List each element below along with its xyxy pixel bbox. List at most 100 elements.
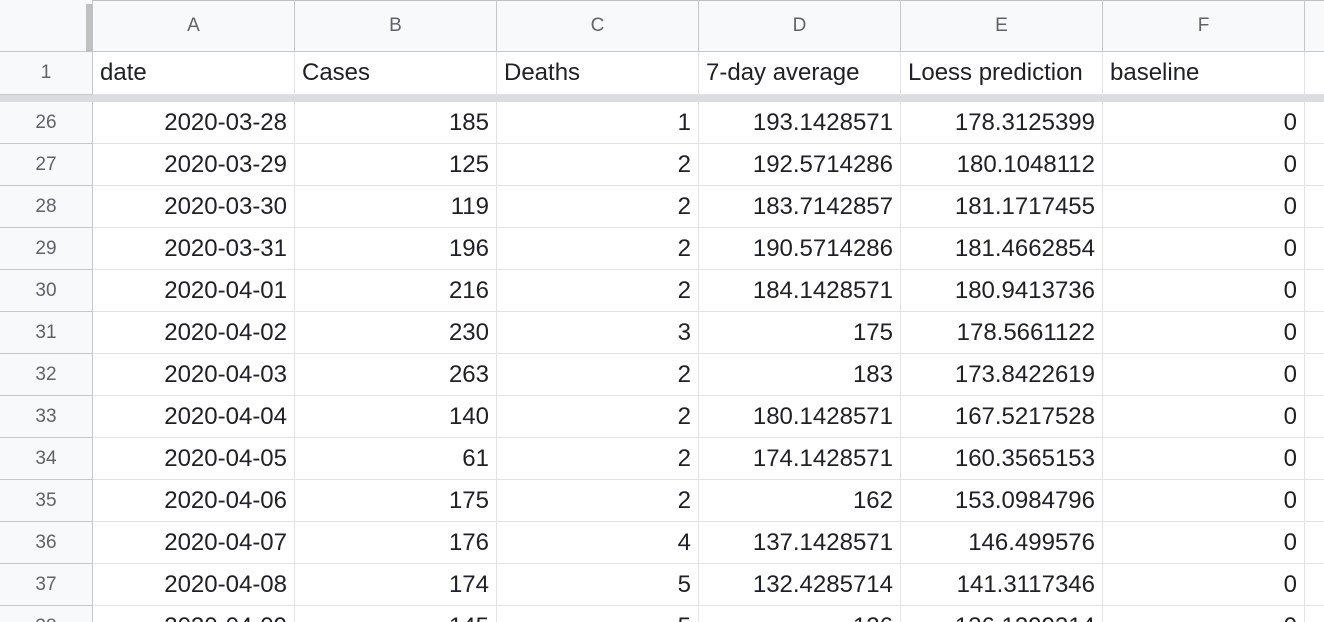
table-cell[interactable]: 160.3565153: [901, 438, 1103, 480]
table-cell[interactable]: 0: [1103, 396, 1305, 438]
table-cell[interactable]: 167.5217528: [901, 396, 1103, 438]
table-cell[interactable]: 2: [497, 228, 699, 270]
table-cell[interactable]: 136.1299314: [901, 606, 1103, 622]
table-cell[interactable]: 180.9413736: [901, 270, 1103, 312]
table-cell[interactable]: 2: [497, 354, 699, 396]
table-cell[interactable]: 183.7142857: [699, 186, 901, 228]
table-cell[interactable]: 4: [497, 522, 699, 564]
table-cell[interactable]: 2: [497, 396, 699, 438]
table-cell[interactable]: 190.5714286: [699, 228, 901, 270]
row-header[interactable]: 28: [0, 186, 93, 228]
header-cell-f[interactable]: baseline: [1103, 52, 1305, 95]
table-cell[interactable]: 216: [295, 270, 497, 312]
table-cell[interactable]: 61: [295, 438, 497, 480]
table-cell[interactable]: 0: [1103, 228, 1305, 270]
table-cell[interactable]: 125: [295, 144, 497, 186]
row-header[interactable]: 26: [0, 102, 93, 144]
table-cell[interactable]: 145: [295, 606, 497, 622]
column-header-d[interactable]: D: [699, 0, 901, 52]
table-cell[interactable]: 175: [699, 312, 901, 354]
column-header-f[interactable]: F: [1103, 0, 1305, 52]
column-header-e[interactable]: E: [901, 0, 1103, 52]
table-cell[interactable]: 0: [1103, 438, 1305, 480]
table-cell[interactable]: 146.499576: [901, 522, 1103, 564]
select-all-corner[interactable]: [0, 0, 93, 52]
table-cell[interactable]: 181.4662854: [901, 228, 1103, 270]
table-cell[interactable]: 0: [1103, 606, 1305, 622]
table-cell[interactable]: 3: [497, 312, 699, 354]
table-cell[interactable]: 0: [1103, 312, 1305, 354]
header-cell-d[interactable]: 7-day average: [699, 52, 901, 95]
row-header[interactable]: 38: [0, 606, 93, 622]
table-cell[interactable]: 196: [295, 228, 497, 270]
row-header[interactable]: 30: [0, 270, 93, 312]
row-header[interactable]: 36: [0, 522, 93, 564]
table-cell[interactable]: 2: [497, 186, 699, 228]
table-cell[interactable]: 2020-04-06: [93, 480, 295, 522]
table-cell[interactable]: 193.1428571: [699, 102, 901, 144]
table-cell[interactable]: 0: [1103, 270, 1305, 312]
table-cell[interactable]: 2020-04-09: [93, 606, 295, 622]
table-cell[interactable]: 0: [1103, 522, 1305, 564]
freeze-handle-horizontal[interactable]: [0, 95, 1324, 102]
row-header[interactable]: 33: [0, 396, 93, 438]
table-cell[interactable]: 5: [497, 606, 699, 622]
table-cell[interactable]: 230: [295, 312, 497, 354]
table-cell[interactable]: 162: [699, 480, 901, 522]
table-cell[interactable]: 2020-04-03: [93, 354, 295, 396]
table-cell[interactable]: 141.3117346: [901, 564, 1103, 606]
table-cell[interactable]: 0: [1103, 144, 1305, 186]
row-header[interactable]: 29: [0, 228, 93, 270]
column-header-a[interactable]: A: [93, 0, 295, 52]
table-cell[interactable]: 181.1717455: [901, 186, 1103, 228]
table-cell[interactable]: 0: [1103, 186, 1305, 228]
header-cell-b[interactable]: Cases: [295, 52, 497, 95]
row-header[interactable]: 34: [0, 438, 93, 480]
table-cell[interactable]: 2020-04-02: [93, 312, 295, 354]
table-cell[interactable]: 183: [699, 354, 901, 396]
row-header[interactable]: 37: [0, 564, 93, 606]
table-cell[interactable]: 2020-04-01: [93, 270, 295, 312]
table-cell[interactable]: 2020-04-07: [93, 522, 295, 564]
table-cell[interactable]: 180.1428571: [699, 396, 901, 438]
column-header-b[interactable]: B: [295, 0, 497, 52]
table-cell[interactable]: 140: [295, 396, 497, 438]
table-cell[interactable]: 173.8422619: [901, 354, 1103, 396]
freeze-handle-vertical[interactable]: [86, 4, 93, 52]
table-cell[interactable]: 1: [497, 102, 699, 144]
table-cell[interactable]: 174: [295, 564, 497, 606]
header-cell-a[interactable]: date: [93, 52, 295, 95]
row-header[interactable]: 31: [0, 312, 93, 354]
table-cell[interactable]: 2: [497, 144, 699, 186]
table-cell[interactable]: 0: [1103, 354, 1305, 396]
row-header[interactable]: 1: [0, 52, 93, 95]
row-header[interactable]: 27: [0, 144, 93, 186]
table-cell[interactable]: 174.1428571: [699, 438, 901, 480]
table-cell[interactable]: 192.5714286: [699, 144, 901, 186]
table-cell[interactable]: 0: [1103, 564, 1305, 606]
table-cell[interactable]: 263: [295, 354, 497, 396]
table-cell[interactable]: 185: [295, 102, 497, 144]
table-cell[interactable]: 153.0984796: [901, 480, 1103, 522]
table-cell[interactable]: 178.3125399: [901, 102, 1103, 144]
table-cell[interactable]: 132.4285714: [699, 564, 901, 606]
header-cell-e[interactable]: Loess prediction: [901, 52, 1103, 95]
table-cell[interactable]: 2020-04-04: [93, 396, 295, 438]
table-cell[interactable]: 2: [497, 438, 699, 480]
table-cell[interactable]: 180.1048112: [901, 144, 1103, 186]
table-cell[interactable]: 0: [1103, 102, 1305, 144]
header-cell-c[interactable]: Deaths: [497, 52, 699, 95]
table-cell[interactable]: 137.1428571: [699, 522, 901, 564]
table-cell[interactable]: 2020-03-31: [93, 228, 295, 270]
table-cell[interactable]: 2: [497, 480, 699, 522]
table-cell[interactable]: 178.5661122: [901, 312, 1103, 354]
table-cell[interactable]: 2020-03-30: [93, 186, 295, 228]
table-cell[interactable]: 119: [295, 186, 497, 228]
row-header[interactable]: 32: [0, 354, 93, 396]
table-cell[interactable]: 2020-03-29: [93, 144, 295, 186]
table-cell[interactable]: 2020-04-05: [93, 438, 295, 480]
table-cell[interactable]: 2020-03-28: [93, 102, 295, 144]
table-cell[interactable]: 2020-04-08: [93, 564, 295, 606]
table-cell[interactable]: 176: [295, 522, 497, 564]
table-cell[interactable]: 175: [295, 480, 497, 522]
